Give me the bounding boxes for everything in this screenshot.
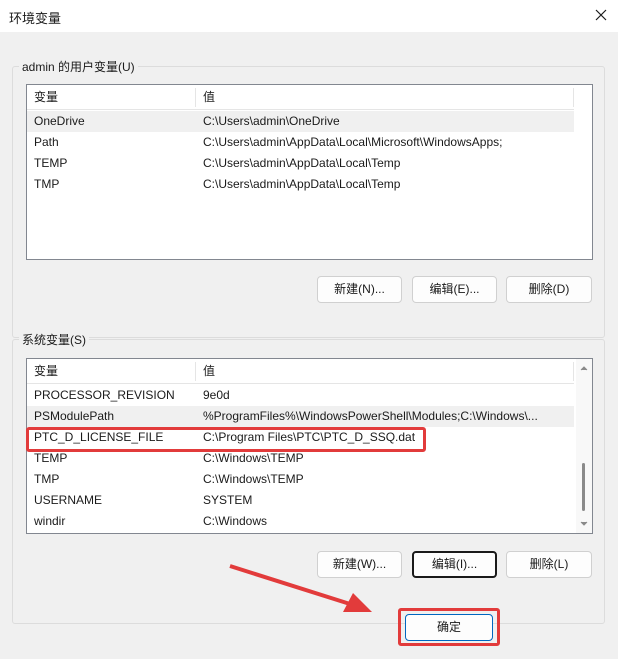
list-row[interactable]: TMP C:\Windows\TEMP (27, 469, 574, 490)
variable-value: %ProgramFiles%\WindowsPowerShell\Modules… (203, 409, 538, 423)
ok-button[interactable]: 确定 (405, 614, 493, 641)
scroll-down-icon[interactable] (576, 519, 592, 529)
scrollbar-thumb[interactable] (582, 463, 585, 511)
dialog-body: admin 的用户变量(U) 变量 值 OneDrive C:\Users\adm… (0, 32, 618, 659)
variable-value: C:\Users\admin\OneDrive (203, 114, 340, 128)
system-vars-legend: 系统变量(S) (19, 331, 89, 348)
list-header: 变量 值 (27, 85, 574, 110)
system-delete-button[interactable]: 删除(L) (506, 551, 592, 578)
list-row[interactable]: TMP C:\Users\admin\AppData\Local\Temp (27, 174, 574, 195)
user-delete-button[interactable]: 删除(D) (506, 276, 592, 303)
variable-name: TMP (34, 472, 60, 486)
column-header-value[interactable]: 值 (196, 359, 566, 384)
list-row[interactable]: windir C:\Windows (27, 511, 574, 532)
variable-name: PSModulePath (34, 409, 115, 423)
column-header-variable[interactable]: 变量 (27, 359, 195, 384)
list-row[interactable]: PTC_D_LICENSE_FILE C:\Program Files\PTC\P… (27, 427, 574, 448)
list-row[interactable]: TEMP C:\Windows\TEMP (27, 448, 574, 469)
list-row[interactable]: PSModulePath %ProgramFiles%\WindowsPowerS… (27, 406, 574, 427)
system-edit-button[interactable]: 编辑(I)... (412, 551, 497, 578)
variable-name: PROCESSOR_REVISION (34, 388, 175, 402)
user-new-button[interactable]: 新建(N)... (317, 276, 402, 303)
scroll-up-icon[interactable] (576, 363, 592, 373)
vertical-scrollbar[interactable] (576, 359, 592, 533)
variable-value: C:\Windows\TEMP (203, 451, 304, 465)
column-header-value[interactable]: 值 (196, 85, 566, 110)
close-button[interactable] (588, 4, 614, 28)
window-title: 环境变量 (9, 11, 62, 26)
system-vars-list[interactable]: 变量 值 PROCESSOR_REVISION 9e0d PSModulePath%… (26, 358, 593, 534)
variable-value: C:\Windows\TEMP (203, 472, 304, 486)
system-new-button[interactable]: 新建(W)... (317, 551, 402, 578)
variable-value: C:\Windows (203, 514, 268, 528)
variable-name: OneDrive (34, 114, 85, 128)
variable-value: C:\Users\admin\AppData\Local\Microsoft\W… (203, 135, 503, 149)
variable-name: TEMP (34, 451, 68, 465)
user-edit-button[interactable]: 编辑(E)... (412, 276, 497, 303)
list-row[interactable]: TEMP C:\Users\admin\AppData\Local\Temp (27, 153, 574, 174)
column-divider[interactable] (573, 88, 574, 107)
list-row[interactable]: PROCESSOR_REVISION 9e0d (27, 385, 574, 406)
title-bar: 环境变量 (0, 0, 618, 32)
column-header-variable[interactable]: 变量 (27, 85, 195, 110)
variable-name: TMP (34, 177, 60, 191)
user-vars-list[interactable]: 变量 值 OneDrive C:\Users\admin\OneDrive Path… (26, 84, 593, 260)
variable-name: windir (34, 514, 66, 528)
variable-value: C:\Program Files\PTC\PTC_D_SSQ.dat (203, 430, 416, 444)
variable-value: SYSTEM (203, 493, 253, 507)
close-icon (595, 9, 607, 21)
list-row[interactable]: OneDrive C:\Users\admin\OneDrive (27, 111, 574, 132)
list-header: 变量 值 (27, 359, 574, 384)
column-divider[interactable] (573, 362, 574, 381)
variable-name: TEMP (34, 156, 68, 170)
variable-name: PTC_D_LICENSE_FILE (34, 430, 164, 444)
user-vars-legend: admin 的用户变量(U) (19, 58, 138, 75)
list-row[interactable]: Path C:\Users\admin\AppData\Local\Microso… (27, 132, 574, 153)
variable-value: 9e0d (203, 388, 230, 402)
list-row[interactable]: USERNAME SYSTEM (27, 490, 574, 511)
variable-name: USERNAME (34, 493, 103, 507)
variable-value: C:\Users\admin\AppData\Local\Temp (203, 156, 401, 170)
variable-value: C:\Users\admin\AppData\Local\Temp (203, 177, 401, 191)
variable-name: Path (34, 135, 59, 149)
